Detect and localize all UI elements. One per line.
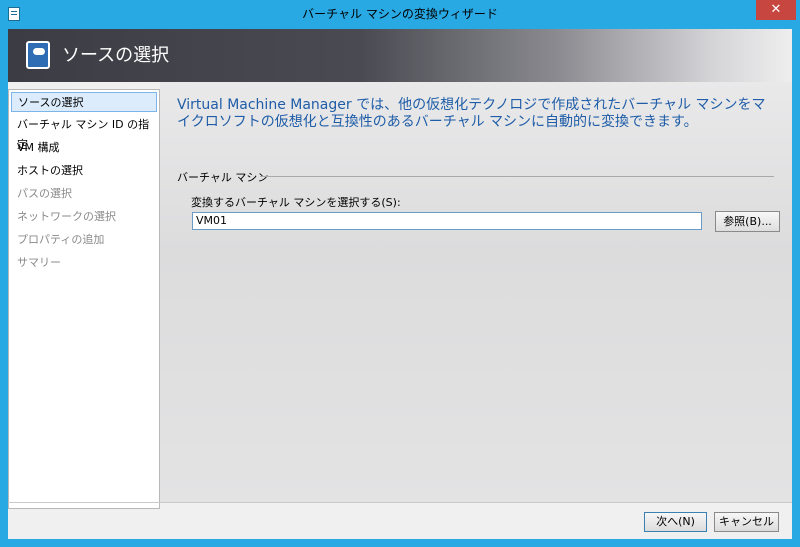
wizard-steps-nav: ソースの選択 バーチャル マシン ID の指定 VM 構成 ホストの選択 パスの… bbox=[8, 89, 160, 509]
wizard-body: ソースの選択 ソースの選択 バーチャル マシン ID の指定 VM 構成 ホスト… bbox=[8, 29, 792, 539]
page-title: ソースの選択 bbox=[62, 45, 170, 66]
wizard-window: バーチャル マシンの変換ウィザード ✕ ソースの選択 ソースの選択 バーチャル … bbox=[0, 0, 800, 547]
title-bar: バーチャル マシンの変換ウィザード ✕ bbox=[0, 0, 800, 29]
footer-divider bbox=[8, 502, 792, 503]
main-panel: Virtual Machine Manager では、他の仮想化テクノロジで作成… bbox=[160, 82, 792, 502]
next-button[interactable]: 次へ(N) bbox=[644, 512, 707, 532]
intro-text: Virtual Machine Manager では、他の仮想化テクノロジで作成… bbox=[177, 97, 766, 130]
nav-item-select-network: ネットワークの選択 bbox=[17, 210, 116, 223]
section-heading: バーチャル マシン bbox=[177, 171, 269, 184]
window-title: バーチャル マシンの変換ウィザード bbox=[302, 7, 498, 21]
vm-field-label: 変換するバーチャル マシンを選択する(S): bbox=[191, 196, 401, 209]
close-button[interactable]: ✕ bbox=[756, 0, 796, 20]
nav-item-vm-config[interactable]: VM 構成 bbox=[11, 138, 157, 158]
nav-item-select-source[interactable]: ソースの選択 bbox=[11, 92, 157, 112]
section-divider bbox=[260, 176, 774, 177]
browse-button[interactable]: 参照(B)... bbox=[715, 211, 780, 232]
header-banner: ソースの選択 bbox=[8, 29, 792, 82]
conversion-icon bbox=[26, 41, 50, 69]
nav-item-select-path: パスの選択 bbox=[17, 187, 72, 200]
nav-item-add-properties: プロパティの追加 bbox=[17, 233, 105, 246]
vm-name-input[interactable]: VM01 bbox=[192, 212, 702, 230]
nav-item-select-host[interactable]: ホストの選択 bbox=[11, 161, 157, 181]
nav-item-vm-identity[interactable]: バーチャル マシン ID の指定 bbox=[11, 115, 157, 151]
nav-item-summary: サマリー bbox=[17, 256, 61, 269]
cancel-button[interactable]: キャンセル bbox=[714, 512, 779, 532]
